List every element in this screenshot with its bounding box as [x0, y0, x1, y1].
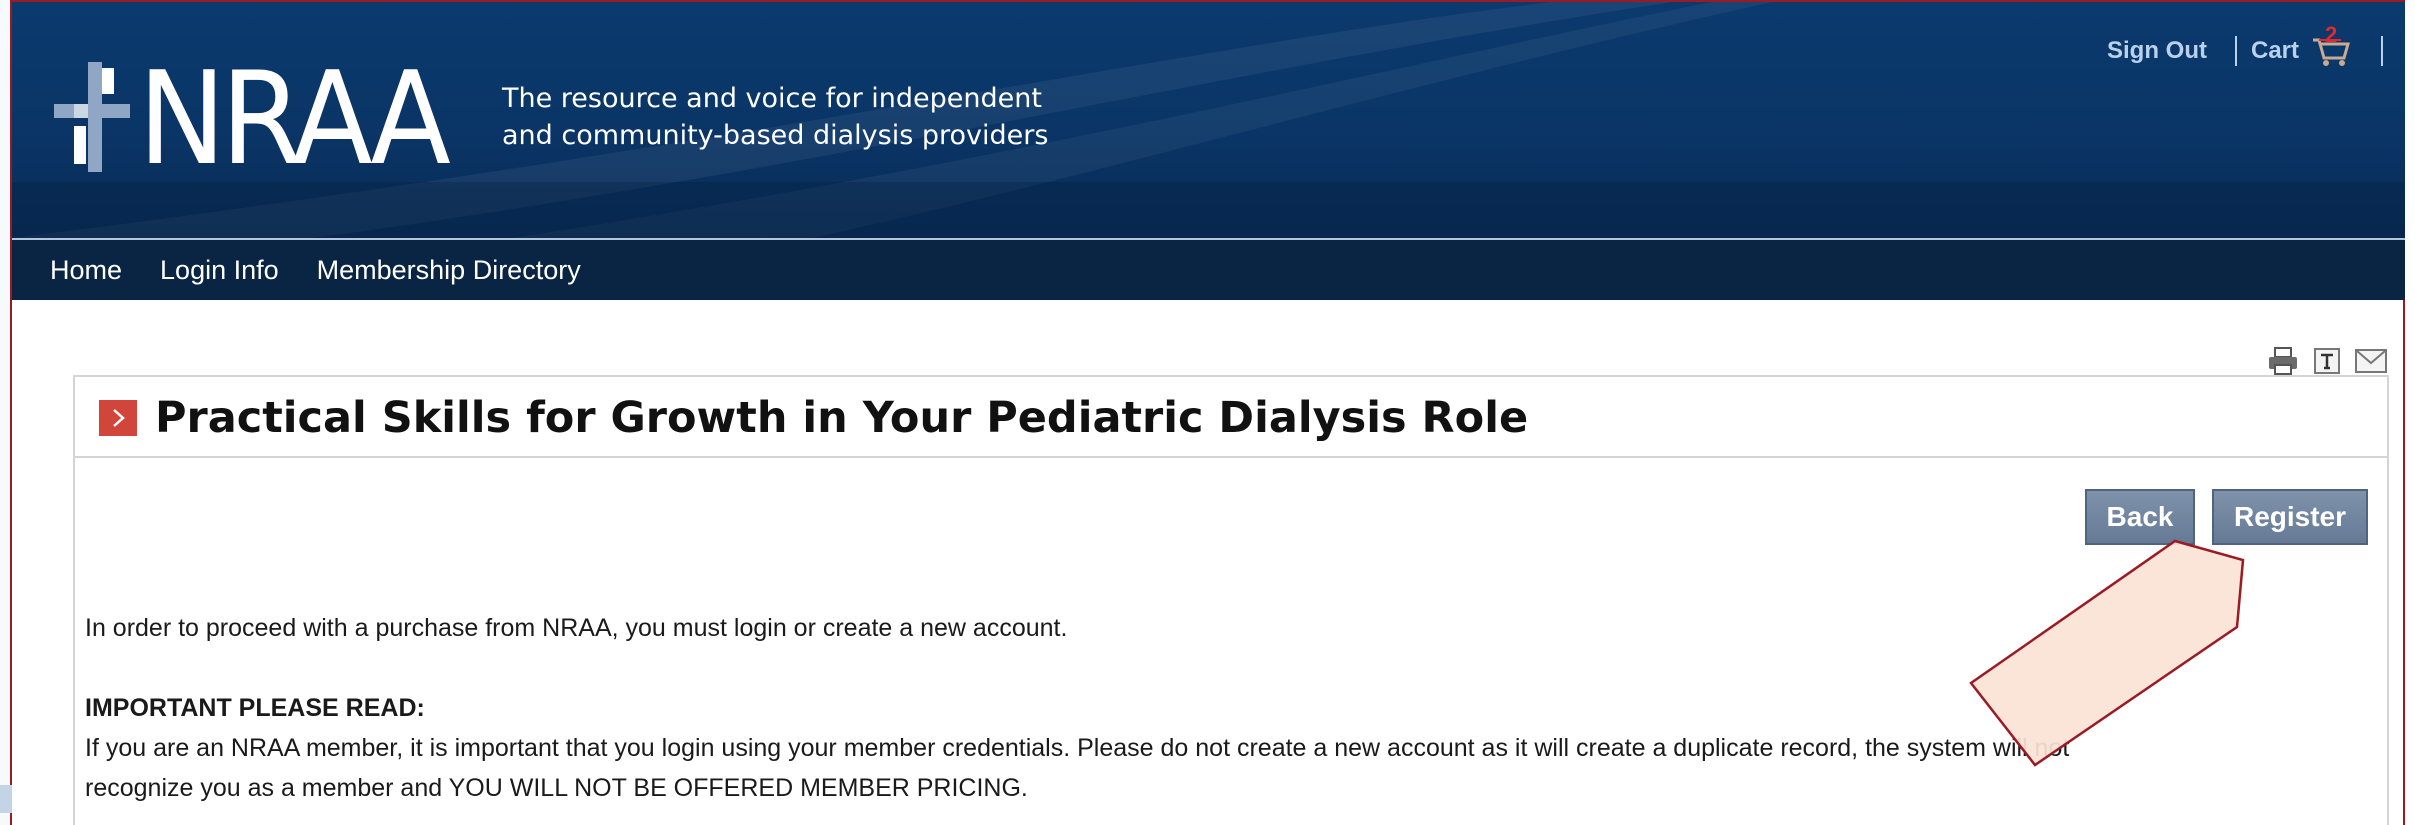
page-tools [2256, 346, 2388, 376]
nav-item-membership-directory[interactable]: Membership Directory [317, 255, 581, 286]
chevron-right-icon [99, 400, 137, 436]
cart-icon[interactable]: 2 [2311, 22, 2351, 68]
register-button[interactable]: Register [2212, 489, 2368, 545]
nav-item-login-info[interactable]: Login Info [160, 255, 279, 286]
important-heading: IMPORTANT PLEASE READ: [85, 694, 425, 722]
nraa-logo-mark [54, 62, 130, 172]
cart-count-badge: 2 [2325, 22, 2338, 47]
tagline-line-1: The resource and voice for independent [502, 83, 1042, 114]
frame-right-margin [2405, 0, 2415, 825]
back-button[interactable]: Back [2085, 489, 2195, 545]
utility-divider-end [2381, 36, 2383, 66]
sign-out-link[interactable]: Sign Out [2107, 37, 2207, 65]
main-nav: Home Login Info Membership Directory [12, 238, 2405, 300]
nav-item-home[interactable]: Home [50, 255, 122, 286]
site-tagline: The resource and voice for independent a… [502, 80, 1048, 154]
site-header: NRAA The resource and voice for independ… [12, 2, 2405, 238]
title-bar: Practical Skills for Growth in Your Pedi… [75, 377, 2387, 458]
cart-link[interactable]: Cart [2251, 37, 2299, 65]
email-icon[interactable] [2354, 346, 2388, 376]
intro-text: In order to proceed with a purchase from… [85, 614, 1068, 642]
left-edge-marker [0, 785, 12, 813]
text-size-icon[interactable] [2310, 346, 2344, 376]
content-panel: Practical Skills for Growth in Your Pedi… [73, 375, 2389, 825]
member-notice-line-2: recognize you as a member and YOU WILL N… [85, 774, 1028, 802]
page-title: Practical Skills for Growth in Your Pedi… [155, 393, 1529, 443]
print-icon[interactable] [2266, 346, 2300, 376]
utility-divider [2234, 36, 2237, 66]
member-notice-line-1: If you are an NRAA member, it is importa… [85, 734, 2070, 762]
nraa-logo-text[interactable]: NRAA [138, 50, 451, 190]
utility-bar: Sign Out Cart 2 [2107, 22, 2383, 68]
tagline-line-2: and community-based dialysis providers [502, 120, 1049, 151]
